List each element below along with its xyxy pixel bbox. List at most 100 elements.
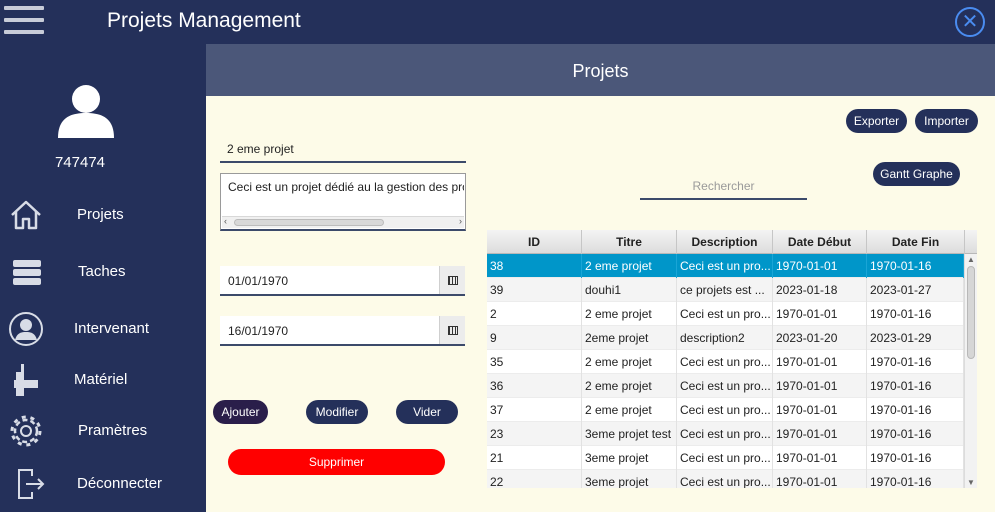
table-cell-id: 22 [487, 470, 582, 488]
clear-button[interactable]: Vider [396, 400, 458, 424]
table-cell-titre: 3eme projet test [582, 422, 677, 446]
table-cell-description: Ceci est un pro... [677, 470, 773, 488]
table-cell-date-fin: 1970-01-16 [867, 446, 964, 470]
table-cell-titre: 3eme projet [582, 470, 677, 488]
user-avatar-icon [58, 85, 114, 138]
sidebar-item-taches[interactable]: Taches [0, 248, 206, 294]
top-bar: Projets Management ✕ [0, 0, 995, 44]
table-cell-titre: 3eme projet [582, 446, 677, 470]
stack-icon [13, 260, 41, 285]
sidebar-item-label: Matériel [74, 371, 128, 388]
table-cell-description: Ceci est un pro... [677, 350, 773, 374]
user-id: 747474 [54, 154, 106, 171]
export-button[interactable]: Exporter [846, 109, 907, 133]
scroll-right-icon[interactable]: › [459, 216, 462, 226]
sidebar-item-projets[interactable]: Projets [0, 191, 206, 237]
scroll-left-icon[interactable]: ‹ [224, 216, 227, 226]
description-text: Ceci est un projet dédié au la gestion d… [228, 180, 464, 194]
column-header-titre[interactable]: Titre [582, 230, 677, 254]
table-row[interactable]: 23 3eme projet test Ceci est un pro... 1970… [487, 422, 964, 446]
sidebar-item-label: Projets [77, 206, 124, 223]
table-cell-date-debut: 1970-01-01 [773, 422, 867, 446]
user-icon [9, 312, 43, 346]
sidebar-item-label: Taches [78, 263, 126, 280]
table-cell-date-debut: 2023-01-20 [773, 326, 867, 350]
table-cell-date-debut: 1970-01-01 [773, 470, 867, 488]
table-cell-date-fin: 2023-01-27 [867, 278, 964, 302]
table-cell-description: ce projets est ... [677, 278, 773, 302]
table-cell-description: Ceci est un pro... [677, 302, 773, 326]
search-input[interactable]: Rechercher [640, 175, 807, 200]
sidebar: 747474 Projets Taches Intervenant Matéri… [0, 44, 206, 512]
date-fin-field[interactable]: 16/01/1970 [220, 316, 465, 346]
sidebar-item-label: Intervenant [74, 320, 150, 337]
sidebar-item-parametres[interactable]: Pramètres [0, 407, 206, 453]
table-cell-date-fin: 1970-01-16 [867, 254, 964, 278]
delete-button[interactable]: Supprimer [228, 449, 445, 475]
logout-icon [18, 469, 45, 499]
table-cell-date-fin: 1970-01-16 [867, 374, 964, 398]
description-textarea[interactable]: Ceci est un projet dédié au la gestion d… [220, 173, 466, 231]
sidebar-item-label: Déconnecter [77, 475, 163, 492]
table-row[interactable]: 35 2 eme projet Ceci est un pro... 1970-01-… [487, 350, 964, 374]
table-cell-date-debut: 1970-01-01 [773, 374, 867, 398]
table-cell-date-fin: 1970-01-16 [867, 422, 964, 446]
table-cell-titre: 2 eme projet [582, 302, 677, 326]
table-row[interactable]: 21 3eme projet Ceci est un pro... 1970-01-0… [487, 446, 964, 470]
table-cell-date-fin: 1970-01-16 [867, 350, 964, 374]
scroll-up-icon[interactable]: ▲ [967, 255, 975, 264]
table-cell-titre: douhi1 [582, 278, 677, 302]
table-cell-description: Ceci est un pro... [677, 254, 773, 278]
table-row[interactable]: 36 2 eme projet Ceci est un pro... 1970-01-… [487, 374, 964, 398]
table-cell-description: Ceci est un pro... [677, 422, 773, 446]
table-cell-description: description2 [677, 326, 773, 350]
date-debut-field[interactable]: 01/01/1970 [220, 266, 465, 296]
table-header: ID Titre Description Date Début Date Fin [487, 230, 977, 254]
table-cell-id: 37 [487, 398, 582, 422]
table-cell-date-debut: 1970-01-01 [773, 254, 867, 278]
table-cell-id: 23 [487, 422, 582, 446]
table-cell-titre: 2 eme projet [582, 398, 677, 422]
table-row[interactable]: 9 2eme projet description2 2023-01-20 2023-0… [487, 326, 964, 350]
table-row[interactable]: 38 2 eme projet Ceci est un pro... 1970-01-… [487, 254, 964, 278]
add-button[interactable]: Ajouter [213, 400, 268, 424]
home-icon [11, 200, 41, 230]
scrollbar-thumb[interactable] [234, 219, 384, 226]
import-button[interactable]: Importer [915, 109, 978, 133]
table-cell-description: Ceci est un pro... [677, 398, 773, 422]
scroll-down-icon[interactable]: ▼ [967, 478, 975, 487]
gear-icon [10, 415, 42, 447]
column-header-id[interactable]: ID [487, 230, 582, 254]
table-row[interactable]: 22 eme projet Ceci est un pro... 1970-01-0… [487, 302, 964, 326]
table-row[interactable]: 37 2 eme projet Ceci est un pro... 1970-01-… [487, 398, 964, 422]
page-header: Projets [206, 44, 995, 96]
sidebar-item-deconnecter[interactable]: Déconnecter [0, 460, 206, 506]
scrollbar-thumb[interactable] [967, 266, 975, 359]
sidebar-item-intervenant[interactable]: Intervenant [0, 305, 206, 351]
table-cell-id: 36 [487, 374, 582, 398]
table-cell-date-fin: 2023-01-29 [867, 326, 964, 350]
date-fin-value: 16/01/1970 [228, 324, 289, 338]
column-header-date-fin[interactable]: Date Fin [867, 230, 965, 254]
table-cell-date-debut: 1970-01-01 [773, 398, 867, 422]
sidebar-item-materiel[interactable]: Matériel [0, 356, 206, 402]
titre-input[interactable]: 2 eme projet [220, 137, 466, 163]
table-cell-id: 21 [487, 446, 582, 470]
close-icon[interactable]: ✕ [955, 7, 985, 37]
table-cell-id: 35 [487, 350, 582, 374]
column-header-date-debut[interactable]: Date Début [773, 230, 867, 254]
calendar-icon[interactable] [439, 266, 465, 294]
calendar-icon[interactable] [439, 316, 465, 344]
edit-button[interactable]: Modifier [306, 400, 368, 424]
wrench-icon [14, 364, 38, 396]
gantt-chart-button[interactable]: Gantt Graphe [873, 162, 960, 186]
vertical-scrollbar[interactable]: ▲ ▼ [964, 254, 977, 488]
column-header-description[interactable]: Description [677, 230, 773, 254]
table-row[interactable]: 39 douhi1 ce projets est ... 2023-01-18 2023… [487, 278, 964, 302]
projects-table: ID Titre Description Date Début Date Fin… [487, 230, 977, 488]
hamburger-menu-icon[interactable] [4, 6, 44, 38]
table-row[interactable]: 22 3eme projet Ceci est un pro... 1970-01-0… [487, 470, 964, 488]
table-cell-id: 38 [487, 254, 582, 278]
page-title: Projets [572, 61, 629, 81]
horizontal-scrollbar[interactable]: ‹ › [222, 216, 464, 228]
